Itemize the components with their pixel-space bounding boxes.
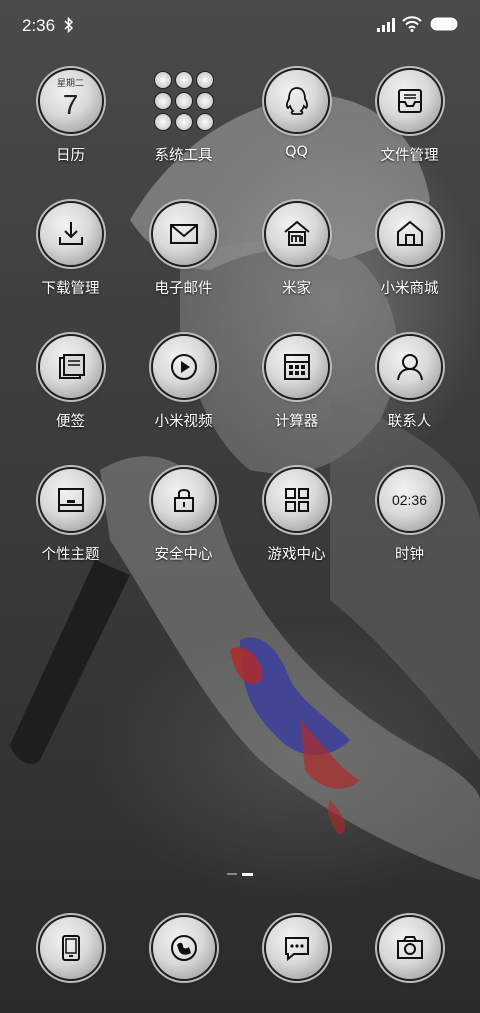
chat-bubble-icon: [265, 917, 328, 979]
store-house-icon: [378, 203, 441, 265]
signal-icon: [377, 18, 395, 32]
lock-icon: [152, 469, 215, 531]
page-dot-active: [242, 873, 253, 876]
clock-time: 02:36: [391, 492, 428, 508]
qq-penguin-icon: [265, 70, 328, 132]
app-label: 个性主题: [41, 547, 100, 563]
app-row: 便签 小米视频 计算器 联系人: [14, 336, 466, 469]
app-label: 日历: [56, 148, 85, 164]
calculator-icon: [265, 336, 328, 398]
mi-home-icon: [265, 203, 328, 265]
app-calculator[interactable]: 计算器: [240, 336, 353, 469]
app-security[interactable]: 安全中心: [127, 469, 240, 602]
app-label: 安全中心: [154, 547, 213, 563]
app-download-manager[interactable]: 下载管理: [14, 203, 127, 336]
app-qq[interactable]: QQ: [240, 70, 353, 203]
battery-icon: [430, 17, 458, 31]
grid-icon: [265, 469, 328, 531]
app-label: 便签: [56, 414, 85, 430]
app-label: 米家: [282, 281, 311, 297]
app-row: 星期二 7 日历 系统工具 QQ 文件管理: [14, 70, 466, 203]
dock-browser[interactable]: [127, 917, 240, 997]
browser-icon: [152, 917, 215, 979]
bluetooth-icon: [64, 16, 74, 34]
app-clock[interactable]: 02:36 时钟: [353, 469, 466, 602]
app-label: 小米视频: [154, 414, 213, 430]
dock-camera[interactable]: [353, 917, 466, 997]
tools-folder-icon: [153, 70, 215, 132]
app-label: 下载管理: [41, 281, 100, 297]
app-label: 游戏中心: [267, 547, 326, 563]
app-label: 小米商城: [380, 281, 439, 297]
wifi-icon: [402, 16, 422, 32]
app-mijia[interactable]: 米家: [240, 203, 353, 336]
notes-icon: [39, 336, 102, 398]
app-label: QQ: [285, 144, 308, 160]
app-system-tools[interactable]: 系统工具: [127, 70, 240, 203]
app-calendar[interactable]: 星期二 7 日历: [14, 70, 127, 203]
app-grid: 星期二 7 日历 系统工具 QQ 文件管理 下载管理 电子邮件 米家 小米商城 …: [14, 70, 466, 602]
app-label: 电子邮件: [154, 281, 213, 297]
status-bar: 2:36: [0, 0, 480, 52]
clock-icon: 02:36: [378, 469, 441, 531]
app-label: 时钟: [395, 547, 424, 563]
status-time: 2:36: [22, 16, 56, 35]
app-row: 个性主题 安全中心 游戏中心 02:36 时钟: [14, 469, 466, 602]
app-email[interactable]: 电子邮件: [127, 203, 240, 336]
dock-phone[interactable]: [14, 917, 127, 997]
page-dot: [227, 873, 237, 875]
app-notes[interactable]: 便签: [14, 336, 127, 469]
app-themes[interactable]: 个性主题: [14, 469, 127, 602]
page-indicator[interactable]: [227, 873, 255, 876]
app-label: 文件管理: [380, 148, 439, 164]
app-mi-store[interactable]: 小米商城: [353, 203, 466, 336]
dock-messages[interactable]: [240, 917, 353, 997]
calendar-day: 7: [62, 89, 79, 120]
app-label: 系统工具: [154, 148, 213, 164]
calendar-icon: 星期二 7: [39, 70, 102, 132]
person-icon: [378, 336, 441, 398]
phone-icon: [39, 917, 102, 979]
camera-icon: [378, 917, 441, 979]
app-row: 下载管理 电子邮件 米家 小米商城: [14, 203, 466, 336]
dock: [14, 917, 466, 997]
calendar-weekday: 星期二: [56, 79, 84, 89]
app-mi-video[interactable]: 小米视频: [127, 336, 240, 469]
app-label: 联系人: [387, 414, 432, 430]
app-label: 计算器: [274, 414, 319, 430]
app-contacts[interactable]: 联系人: [353, 336, 466, 469]
theme-icon: [39, 469, 102, 531]
app-file-manager[interactable]: 文件管理: [353, 70, 466, 203]
download-icon: [39, 203, 102, 265]
play-icon: [152, 336, 215, 398]
envelope-icon: [152, 203, 215, 265]
app-game-center[interactable]: 游戏中心: [240, 469, 353, 602]
inbox-tray-icon: [378, 70, 441, 132]
